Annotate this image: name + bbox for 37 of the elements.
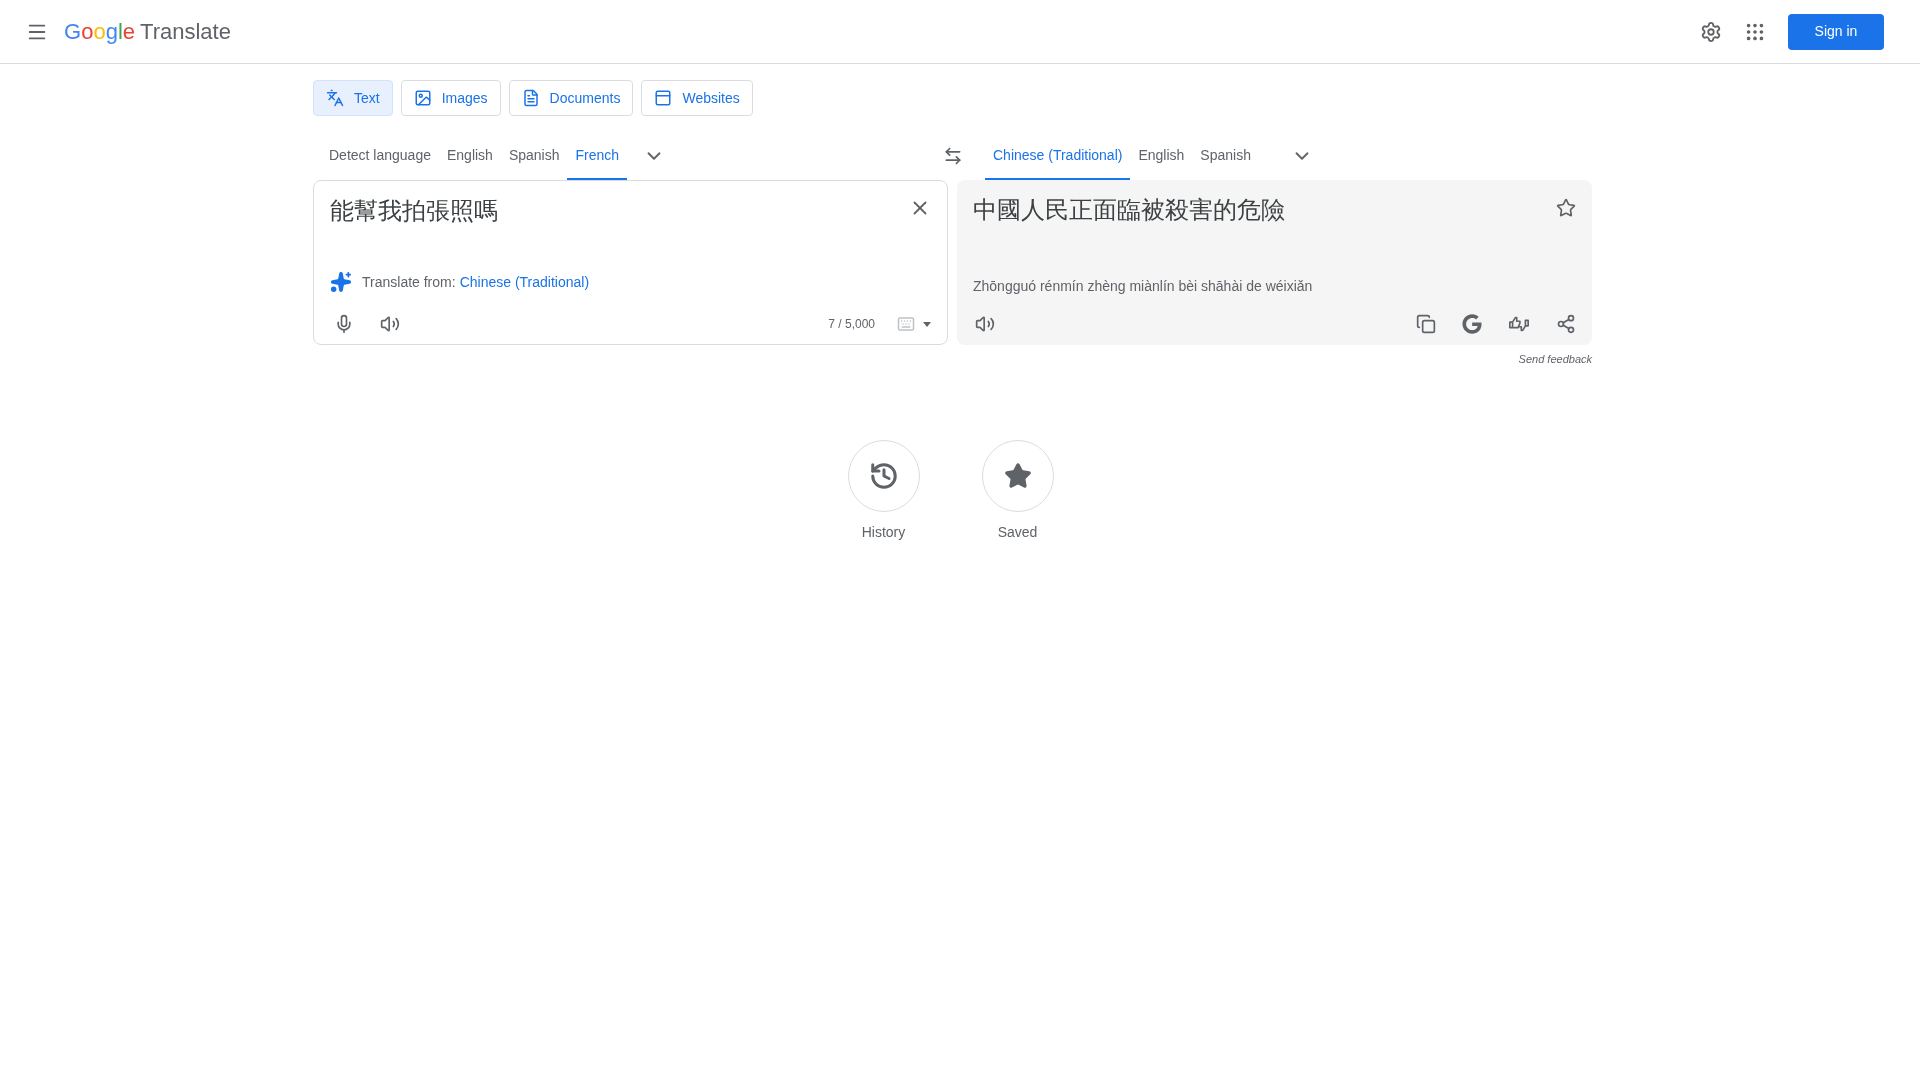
mode-tab[interactable]: Documents [508, 80, 634, 116]
language-tab[interactable]: Spanish [1192, 132, 1259, 180]
language-tab[interactable]: French [567, 132, 628, 180]
language-tab[interactable]: Detect language [321, 132, 439, 180]
mode-tab[interactable]: Images [400, 80, 501, 116]
romanization-text: Zhōngguó rénmín zhèng miànlín bèi shāhài de wéixiǎn [973, 277, 1314, 296]
language-tab[interactable]: English [1130, 132, 1193, 180]
images-mode-icon [413, 89, 432, 107]
translate-from-label: Translate from: [362, 272, 456, 292]
keyboard-icon[interactable] [897, 315, 931, 333]
mode-tab[interactable]: Text [313, 80, 393, 116]
star-icon[interactable] [1556, 198, 1576, 218]
copy-icon[interactable] [1416, 314, 1436, 334]
history-icon [868, 460, 899, 491]
language-tab[interactable]: English [438, 132, 501, 180]
text-mode-icon [326, 89, 344, 107]
documents-mode-icon [521, 89, 540, 107]
settings-icon[interactable] [1700, 20, 1722, 43]
speaker-icon[interactable] [380, 314, 400, 334]
detected-language-link[interactable]: Chinese (Traditional) [459, 271, 590, 293]
logo[interactable]: Google Translate [64, 15, 231, 48]
speaker-icon[interactable] [975, 314, 995, 334]
shortcut-label: Saved [997, 522, 1038, 542]
microphone-icon[interactable] [334, 314, 354, 334]
star-icon [1003, 461, 1032, 490]
sparkle-icon [330, 271, 352, 293]
mode-tab[interactable]: Websites [641, 80, 753, 116]
character-count: 7 / 5,000 [828, 316, 875, 333]
send-feedback-link[interactable]: Send feedback [1518, 351, 1592, 368]
websites-mode-icon [654, 89, 673, 107]
shortcut-label: History [861, 522, 906, 542]
google-g-icon[interactable] [1462, 314, 1482, 334]
translation-text: 中國人民正面臨被殺害的危險 [973, 195, 1286, 225]
share-icon[interactable] [1556, 314, 1576, 334]
language-tab[interactable]: Spanish [500, 132, 568, 180]
sign-in-button[interactable]: Sign in [1788, 13, 1884, 50]
source-input-field[interactable]: 能幫我拍張照嗎 [330, 193, 909, 237]
